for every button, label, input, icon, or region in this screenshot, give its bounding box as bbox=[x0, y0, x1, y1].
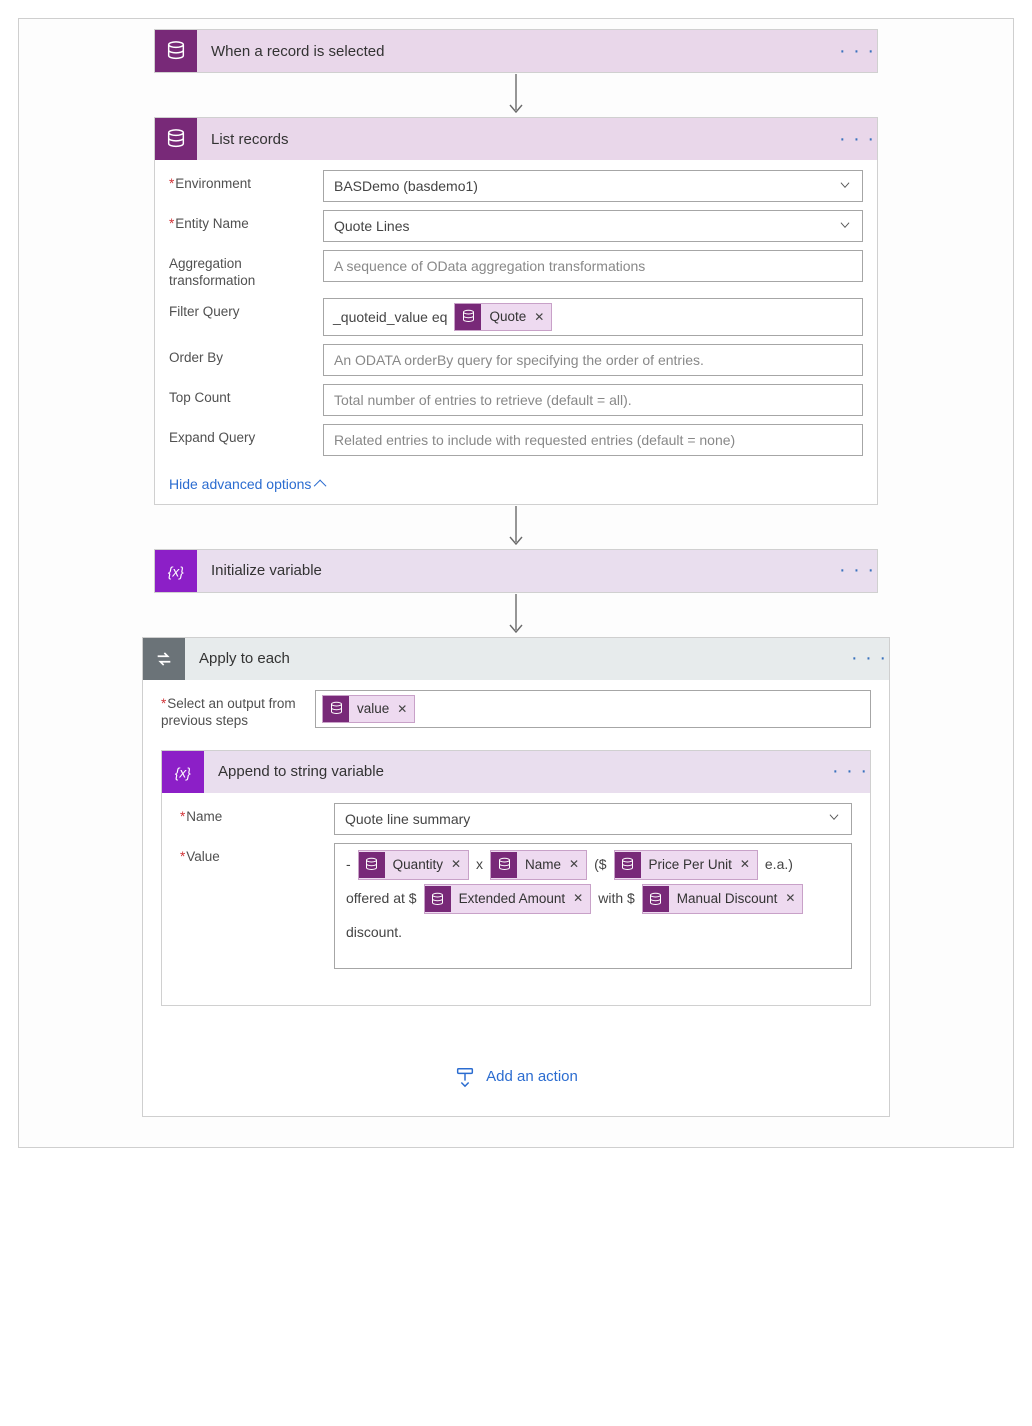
close-icon[interactable]: ✕ bbox=[569, 852, 579, 877]
close-icon[interactable]: ✕ bbox=[534, 310, 544, 324]
append-string-menu-button[interactable]: · · · bbox=[830, 760, 870, 783]
database-icon bbox=[643, 886, 669, 912]
token-quantity[interactable]: Quantity✕ bbox=[358, 850, 469, 880]
init-variable-title: Initialize variable bbox=[197, 562, 837, 579]
add-action-button[interactable]: Add an action bbox=[161, 1066, 871, 1088]
order-by-input[interactable]: An ODATA orderBy query for specifying th… bbox=[323, 344, 863, 376]
chevron-down-icon bbox=[838, 178, 852, 195]
close-icon[interactable]: ✕ bbox=[785, 886, 795, 911]
token-name[interactable]: Name✕ bbox=[490, 850, 587, 880]
expand-query-label: Expand Query bbox=[169, 424, 323, 447]
token-extended-amount[interactable]: Extended Amount✕ bbox=[424, 884, 592, 914]
append-string-title: Append to string variable bbox=[204, 763, 830, 780]
add-action-icon bbox=[454, 1066, 476, 1088]
list-records-title: List records bbox=[197, 131, 837, 148]
close-icon[interactable]: ✕ bbox=[740, 852, 750, 877]
token-price-per-unit[interactable]: Price Per Unit✕ bbox=[614, 850, 758, 880]
name-select[interactable]: Quote line summary bbox=[334, 803, 852, 835]
variable-icon bbox=[162, 751, 204, 793]
close-icon[interactable]: ✕ bbox=[397, 702, 407, 716]
token-manual-discount[interactable]: Manual Discount✕ bbox=[642, 884, 804, 914]
init-variable-header[interactable]: Initialize variable · · · bbox=[155, 550, 877, 592]
select-output-label: Select an output from previous steps bbox=[161, 690, 315, 730]
init-variable-card: Initialize variable · · · bbox=[154, 549, 878, 593]
connector-arrow bbox=[507, 73, 525, 117]
trigger-card: When a record is selected · · · bbox=[154, 29, 878, 73]
entity-name-select[interactable]: Quote Lines bbox=[323, 210, 863, 242]
list-records-header[interactable]: List records · · · bbox=[155, 118, 877, 160]
aggregation-label: Aggregation transformation bbox=[169, 250, 323, 290]
database-icon bbox=[491, 852, 517, 878]
database-icon bbox=[323, 696, 349, 722]
filter-query-label: Filter Query bbox=[169, 298, 323, 321]
database-icon bbox=[359, 852, 385, 878]
apply-to-each-title: Apply to each bbox=[185, 650, 849, 667]
value-input[interactable]: - Quantity✕ x Name✕ ($ Price Per Unit✕ e… bbox=[334, 843, 852, 969]
database-icon bbox=[155, 30, 197, 72]
aggregation-input[interactable]: A sequence of OData aggregation transfor… bbox=[323, 250, 863, 282]
list-records-menu-button[interactable]: · · · bbox=[837, 128, 877, 151]
trigger-title: When a record is selected bbox=[197, 43, 837, 60]
apply-to-each-card: Apply to each · · · Select an output fro… bbox=[142, 637, 890, 1117]
token-quote[interactable]: Quote ✕ bbox=[454, 303, 552, 331]
close-icon[interactable]: ✕ bbox=[451, 852, 461, 877]
trigger-menu-button[interactable]: · · · bbox=[837, 40, 877, 63]
top-count-input[interactable]: Total number of entries to retrieve (def… bbox=[323, 384, 863, 416]
list-records-card: List records · · · Environment BASDemo (… bbox=[154, 117, 878, 505]
entity-name-label: Entity Name bbox=[169, 210, 323, 233]
environment-label: Environment bbox=[169, 170, 323, 193]
variable-icon bbox=[155, 550, 197, 592]
close-icon[interactable]: ✕ bbox=[573, 886, 583, 911]
token-value[interactable]: value ✕ bbox=[322, 695, 415, 723]
trigger-header[interactable]: When a record is selected · · · bbox=[155, 30, 877, 72]
apply-to-each-menu-button[interactable]: · · · bbox=[849, 647, 889, 670]
database-icon bbox=[425, 886, 451, 912]
database-icon bbox=[455, 304, 481, 330]
init-variable-menu-button[interactable]: · · · bbox=[837, 559, 877, 582]
loop-icon bbox=[143, 638, 185, 680]
connector-arrow bbox=[507, 505, 525, 549]
database-icon bbox=[155, 118, 197, 160]
database-icon bbox=[615, 852, 641, 878]
order-by-label: Order By bbox=[169, 344, 323, 367]
value-label: Value bbox=[180, 843, 334, 866]
chevron-down-icon bbox=[827, 810, 841, 827]
expand-query-input[interactable]: Related entries to include with requeste… bbox=[323, 424, 863, 456]
select-output-input[interactable]: value ✕ bbox=[315, 690, 871, 728]
flow-canvas: When a record is selected · · · List rec… bbox=[18, 18, 1014, 1148]
environment-select[interactable]: BASDemo (basdemo1) bbox=[323, 170, 863, 202]
connector-arrow bbox=[507, 593, 525, 637]
apply-to-each-header[interactable]: Apply to each · · · bbox=[143, 638, 889, 680]
chevron-down-icon bbox=[838, 218, 852, 235]
append-string-card: Append to string variable · · · Name Quo… bbox=[161, 750, 871, 1006]
filter-query-input[interactable]: _quoteid_value eq Quote ✕ bbox=[323, 298, 863, 336]
hide-advanced-link[interactable]: Hide advanced options bbox=[169, 476, 326, 492]
append-string-header[interactable]: Append to string variable · · · bbox=[162, 751, 870, 793]
name-label: Name bbox=[180, 803, 334, 826]
top-count-label: Top Count bbox=[169, 384, 323, 407]
chevron-up-icon bbox=[317, 476, 326, 492]
